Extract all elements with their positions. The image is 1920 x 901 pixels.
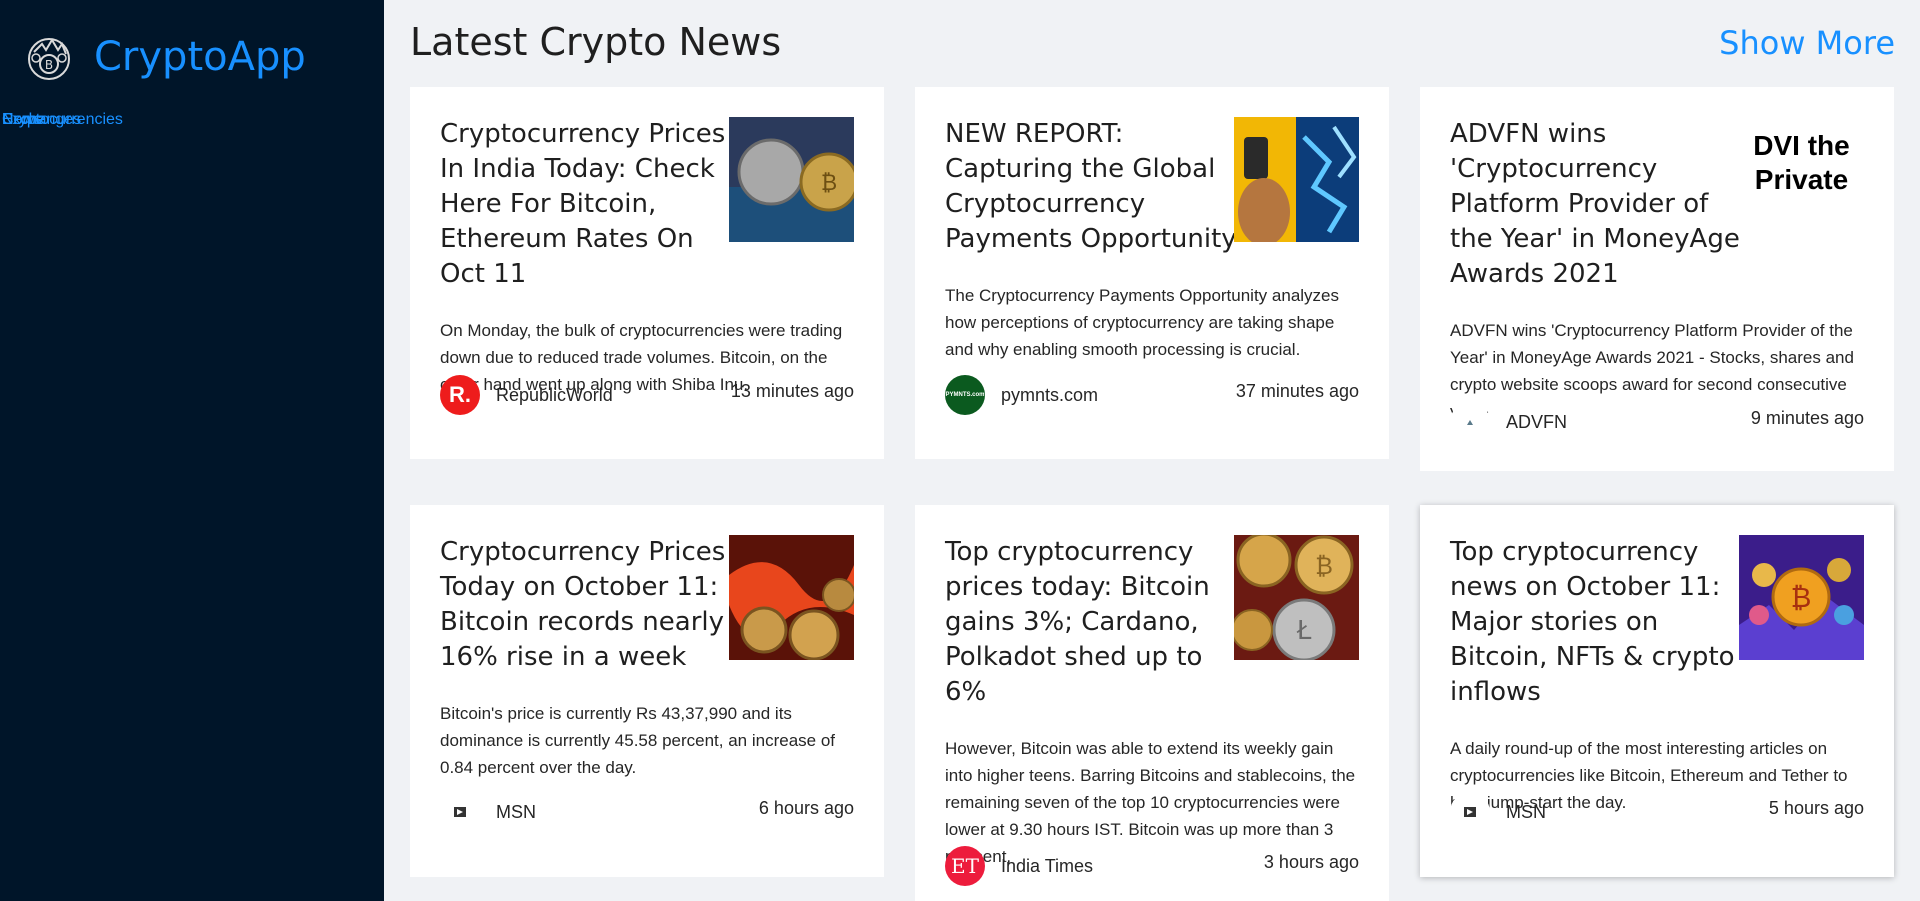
news-thumbnail	[729, 535, 854, 660]
news-provider[interactable]: MSN	[1450, 792, 1546, 832]
provider-name: India Times	[1001, 855, 1094, 876]
news-provider[interactable]: PYMNTS.com pymnts.com	[945, 375, 1098, 415]
news-provider[interactable]: MSN	[440, 792, 536, 832]
news-time: 9 minutes ago	[1750, 408, 1864, 428]
msn-icon	[454, 807, 466, 817]
provider-avatar	[1450, 402, 1490, 442]
news-title: Top cryptocurrency prices today: Bitcoin…	[945, 537, 1210, 707]
news-provider[interactable]: ADVFN	[1450, 402, 1567, 442]
news-title: NEW REPORT: Capturing the Global Cryptoc…	[945, 119, 1237, 254]
news-card[interactable]: ADVFN wins 'Cryptocurrency Platform Prov…	[1420, 87, 1894, 471]
msn-icon	[1464, 807, 1476, 817]
app-logo[interactable]: B CryptoApp	[24, 32, 306, 82]
news-thumbnail: ₿ Ł	[1234, 535, 1359, 660]
crypto-logo-icon: B	[28, 38, 70, 80]
news-title: ADVFN wins 'Cryptocurrency Platform Prov…	[1450, 119, 1740, 289]
news-title: Cryptocurrency Prices In India Today: Ch…	[440, 119, 726, 289]
provider-name: ADVFN	[1506, 411, 1568, 432]
show-more-link[interactable]: Show More	[1719, 24, 1895, 62]
news-thumbnail: DVI the Private	[1739, 117, 1864, 242]
news-card[interactable]: Cryptocurrency Prices Today on October 1…	[410, 505, 884, 877]
news-thumbnail: ₿	[729, 117, 854, 242]
provider-name: MSN	[1506, 801, 1546, 822]
svg-text:Ł: Ł	[1296, 616, 1312, 646]
main-content: Latest Crypto News Show More Cryptocurre…	[384, 0, 1920, 901]
news-time: 5 hours ago	[1768, 798, 1864, 818]
news-card[interactable]: Top cryptocurrency prices today: Bitcoin…	[915, 505, 1389, 901]
news-time: 13 minutes ago	[730, 381, 854, 401]
provider-avatar	[1450, 792, 1490, 832]
page-title: Latest Crypto News	[410, 20, 782, 64]
svg-text:B: B	[45, 58, 53, 72]
news-thumbnail: ₿	[1739, 535, 1864, 660]
provider-avatar	[440, 792, 480, 832]
app-name: CryptoApp	[94, 34, 306, 80]
provider-name: MSN	[496, 801, 536, 822]
news-time: 3 hours ago	[1263, 852, 1359, 872]
news-card[interactable]: Cryptocurrency Prices In India Today: Ch…	[410, 87, 884, 459]
news-card[interactable]: NEW REPORT: Capturing the Global Cryptoc…	[915, 87, 1389, 459]
news-time: 37 minutes ago	[1235, 381, 1359, 401]
sidebar: B CryptoApp Home Cryptocurrencies Exchan…	[0, 0, 384, 901]
news-provider[interactable]: R. RepublicWorld	[440, 375, 613, 415]
provider-name: RepublicWorld	[496, 384, 613, 405]
news-description: Bitcoin's price is currently Rs 43,37,99…	[440, 704, 836, 777]
svg-text:₿: ₿	[821, 171, 837, 196]
news-card[interactable]: Top cryptocurrency news on October 11: M…	[1420, 505, 1894, 877]
provider-name: pymnts.com	[1001, 384, 1099, 405]
news-title: Cryptocurrency Prices Today on October 1…	[440, 537, 726, 672]
news-time: 6 hours ago	[758, 798, 854, 818]
news-description: The Cryptocurrency Payments Opportunity …	[945, 286, 1340, 359]
thumbnail-logo-text: DVI the Private	[1753, 130, 1850, 195]
svg-text:₿: ₿	[1315, 552, 1333, 580]
provider-avatar: PYMNTS.com	[945, 375, 985, 415]
news-title: Top cryptocurrency news on October 11: M…	[1450, 537, 1735, 707]
nav-item-news[interactable]: News	[2, 110, 42, 130]
provider-avatar: ET	[945, 846, 985, 886]
provider-avatar: R.	[440, 375, 480, 415]
sidebar-nav: Home Cryptocurrencies Exchanges News	[0, 110, 384, 134]
svg-text:₿: ₿	[1791, 581, 1812, 614]
news-provider[interactable]: ET India Times	[945, 846, 1093, 886]
news-thumbnail	[1234, 117, 1359, 242]
